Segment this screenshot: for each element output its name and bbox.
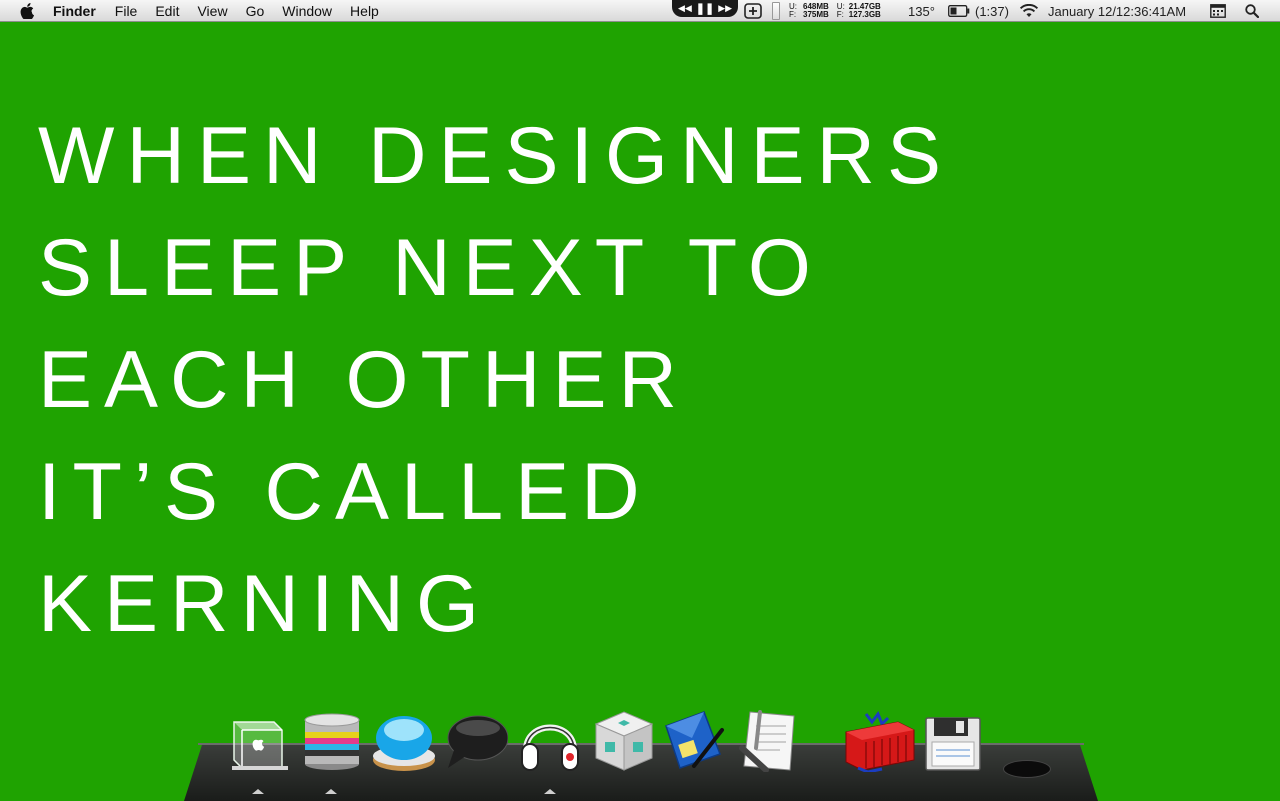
wallpaper-line-5: KERNING [38,559,492,649]
battery-icon [948,5,970,17]
fast-forward-icon[interactable]: ▶▶ [718,3,732,14]
pause-icon[interactable]: ❚❚ [696,2,714,15]
calendar-status-item[interactable] [1210,0,1226,22]
running-indicator-database [325,789,337,794]
floppy-disk-icon[interactable] [924,708,988,772]
trash-icon[interactable] [1003,760,1051,778]
speech-bubble-icon[interactable] [444,708,509,772]
wallpaper-line-2: SLEEP NEXT TO [38,223,823,313]
menger-cube-icon[interactable] [592,708,656,772]
disk-free-label: F: [836,10,844,19]
temperature-value: 135° [908,3,935,19]
rewind-icon[interactable]: ◀◀ [678,3,692,14]
clock[interactable]: January 12/12:36:41AM [1048,0,1186,22]
battery-time: (1:37) [975,3,1009,19]
wifi-status[interactable] [1019,0,1039,22]
wallpaper-text: WHEN DESIGNERS SLEEP NEXT TO EACH OTHER … [38,100,953,660]
calendar-icon [1210,4,1226,18]
memory-monitor[interactable]: U: F: 648MB 375MB U: F: 21.47GB 127.3GB [789,0,881,22]
clock-text: January 12/12:36:41AM [1048,3,1187,19]
spotlight-search[interactable] [1245,0,1259,22]
menu-window[interactable]: Window [282,3,332,19]
menu-help[interactable]: Help [350,3,379,19]
menu-app-finder[interactable]: Finder [53,3,96,19]
blue-button-icon[interactable] [372,708,436,772]
apple-menu-icon[interactable] [20,2,34,19]
wallpaper-line-4: IT’S CALLED [38,447,652,537]
running-indicator-finder [252,789,264,794]
menu-bar: Finder File Edit View Go Window Help ◀◀ … [0,0,1280,22]
running-indicator-headphones [544,789,556,794]
database-stack-icon[interactable] [300,708,364,772]
memory-free-value: 375MB [803,10,829,19]
menu-go[interactable]: Go [246,3,265,19]
memory-free-label: F: [789,10,797,19]
wallpaper-line-1: WHEN DESIGNERS [38,111,954,201]
search-icon[interactable] [1245,4,1259,18]
menu-edit[interactable]: Edit [155,3,179,19]
textedit-pen-icon[interactable] [736,708,800,773]
disk-free-value: 127.3GB [848,10,881,19]
cpu-meter [772,0,780,22]
cpu-meter-bar [772,2,780,20]
wallpaper-line-3: EACH OTHER [38,335,690,425]
shipping-container-icon[interactable] [844,708,915,774]
mail-icon[interactable] [664,708,728,772]
menu-view[interactable]: View [197,3,227,19]
plus-box-icon[interactable] [744,3,762,19]
battery-status[interactable]: (1:37) [948,0,1009,22]
add-status-item[interactable] [744,0,762,22]
temperature-monitor[interactable]: 135° [908,0,935,22]
wifi-icon [1019,4,1039,17]
finder-cube-icon[interactable] [226,708,290,772]
headphones-icon[interactable] [518,708,582,772]
media-controls[interactable]: ◀◀ ❚❚ ▶▶ [672,0,738,17]
menu-file[interactable]: File [115,3,138,19]
